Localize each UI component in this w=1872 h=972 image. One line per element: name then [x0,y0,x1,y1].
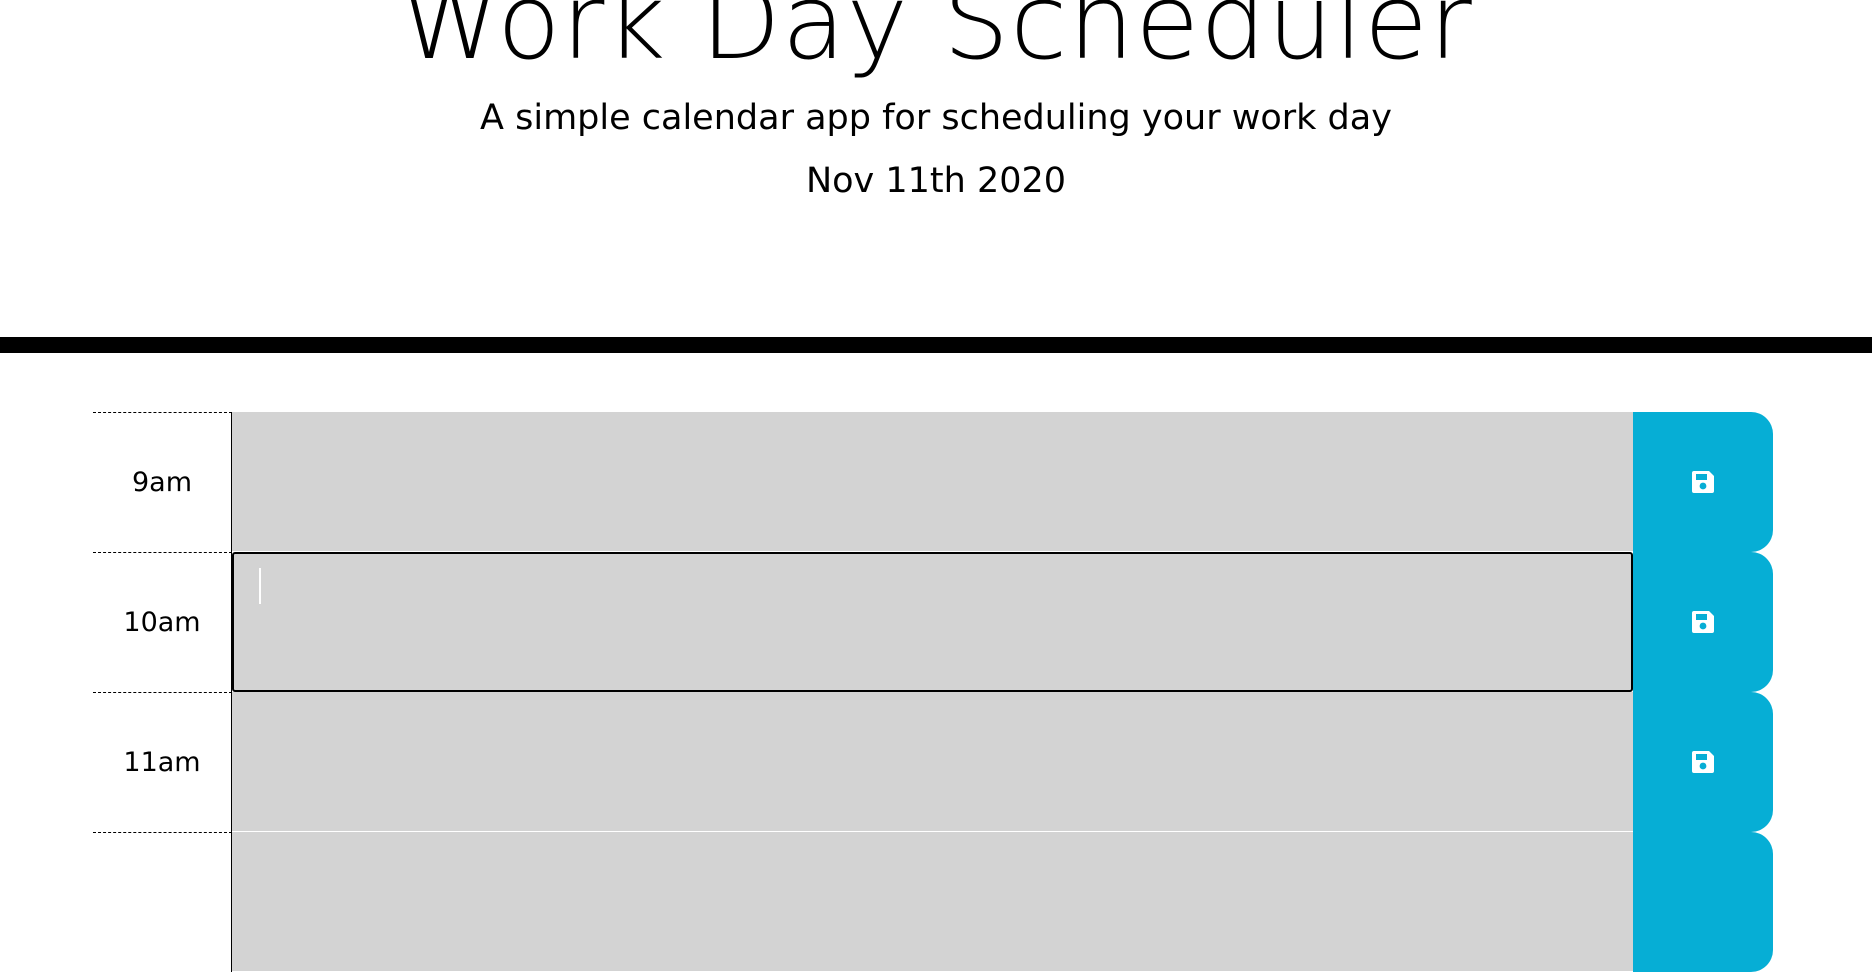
hour-label: 11am [93,692,232,832]
time-block-row: 11am [93,692,1773,832]
page-title: Work Day Scheduler [399,0,1473,83]
floppy-disk-icon [1689,608,1717,636]
current-day: Nov 11th 2020 [805,161,1067,201]
save-button[interactable] [1633,412,1773,552]
page-subtitle: A simple calendar app for scheduling you… [480,98,1392,138]
task-input[interactable] [232,412,1633,552]
save-button[interactable] [1633,832,1773,972]
scheduler-container: 9am 10am 11am [93,412,1773,972]
floppy-disk-icon [1689,468,1717,496]
task-input[interactable] [232,692,1633,832]
save-button[interactable] [1633,552,1773,692]
header: Work Day Scheduler A simple calendar app… [0,0,1872,353]
hour-label [93,832,232,972]
time-block-row: 9am [93,412,1773,552]
task-input[interactable] [232,552,1633,692]
text-cursor [259,568,261,604]
time-block-row [93,832,1773,972]
floppy-disk-icon [1689,748,1717,776]
time-block-row: 10am [93,552,1773,692]
save-button[interactable] [1633,692,1773,832]
hour-label: 10am [93,552,232,692]
task-input[interactable] [232,832,1633,972]
hour-label: 9am [93,412,232,552]
